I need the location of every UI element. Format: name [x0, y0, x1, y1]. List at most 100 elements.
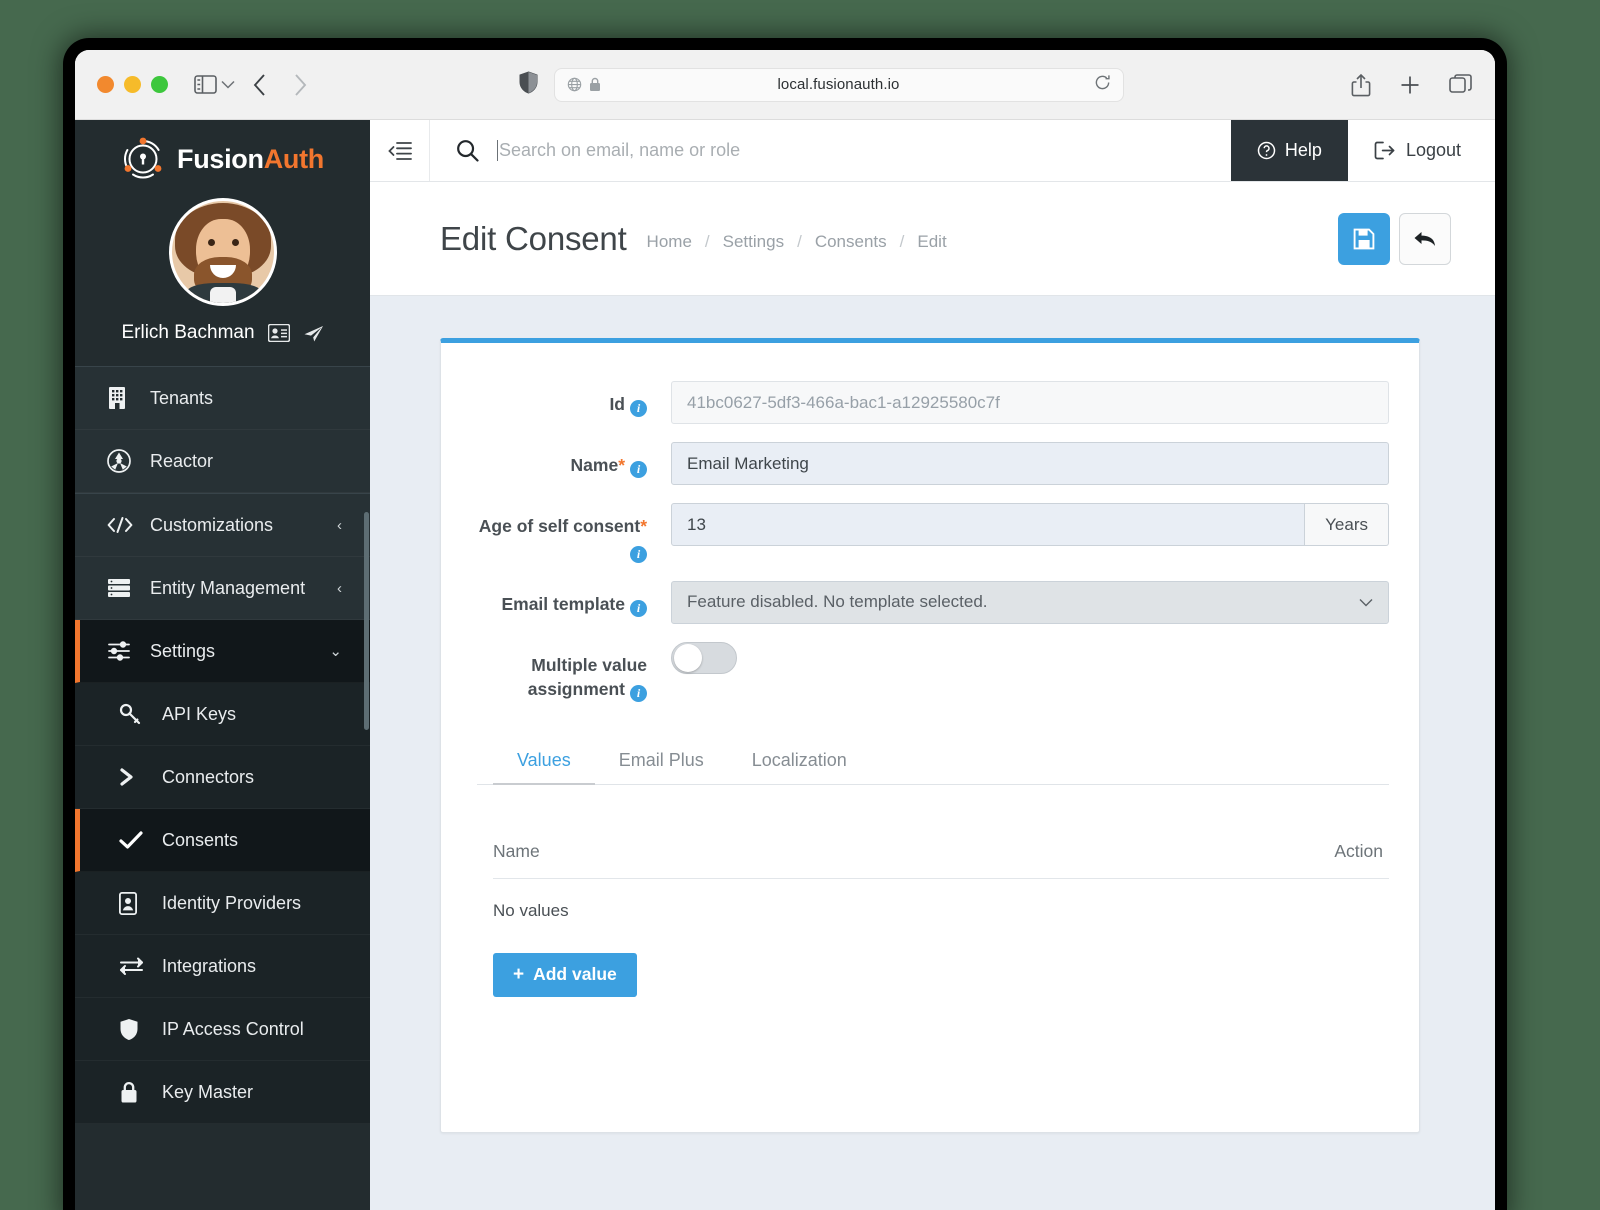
user-name: Erlich Bachman [121, 322, 255, 343]
chevron-left-icon: ‹ [337, 579, 342, 597]
maximize-window-button[interactable] [151, 76, 168, 93]
sidebar-item-identity-providers[interactable]: Identity Providers [75, 872, 370, 935]
check-icon [119, 830, 153, 850]
sidebar-scrollbar[interactable] [364, 512, 369, 730]
tab-values[interactable]: Values [493, 750, 595, 785]
save-button[interactable] [1338, 212, 1390, 265]
age-field[interactable]: 13 [671, 503, 1306, 546]
page-title: Edit Consent [440, 219, 627, 257]
chevron-right-icon [119, 767, 153, 787]
sidebar-item-key-master[interactable]: Key Master [75, 1061, 370, 1124]
info-icon[interactable]: i [630, 460, 647, 478]
window-traffic-lights [97, 76, 168, 93]
share-icon[interactable] [1351, 73, 1371, 97]
column-header-name: Name [493, 840, 540, 861]
email-template-label: Email template i [471, 581, 671, 617]
collapse-sidebar-button[interactable] [370, 120, 430, 181]
sidebar-item-connectors[interactable]: Connectors [75, 746, 370, 809]
info-icon[interactable]: i [630, 399, 647, 417]
sidebar-item-label: Entity Management [150, 577, 306, 598]
top-bar: Search on email, name or role Help Logou… [370, 120, 1495, 182]
minimize-window-button[interactable] [124, 76, 141, 93]
back-button[interactable] [1399, 212, 1451, 265]
logout-icon [1374, 141, 1395, 160]
main-column: Search on email, name or role Help Logou… [370, 120, 1495, 1210]
sidebar-item-customizations[interactable]: Customizations ‹ [75, 494, 370, 557]
reactor-icon [107, 449, 141, 473]
send-icon[interactable] [303, 324, 324, 343]
sidebar-item-label: Identity Providers [162, 892, 302, 913]
chevron-down-icon: ⌄ [329, 643, 342, 660]
breadcrumb-item-consents[interactable]: Consents [815, 232, 887, 252]
field-row-id: Id i 41bc0627-5df3-466a-bac1-a12925580c7f [441, 381, 1419, 424]
tab-localization[interactable]: Localization [728, 750, 871, 784]
sidebar-item-integrations[interactable]: Integrations [75, 935, 370, 998]
sidebar-item-label: Settings [150, 640, 216, 661]
sidebar-item-consents[interactable]: Consents [75, 809, 370, 872]
privacy-shield-icon[interactable] [519, 70, 538, 99]
sidebar-item-label: Tenants [150, 387, 214, 408]
logout-button[interactable]: Logout [1347, 120, 1495, 181]
sidebar-item-reactor[interactable]: Reactor [75, 430, 370, 493]
browser-window: local.fusionauth.io FusionAuth Erlich Ba… [75, 50, 1495, 1210]
breadcrumb-item-settings[interactable]: Settings [723, 232, 784, 252]
name-label-text: Name [570, 455, 619, 475]
breadcrumb-item-edit[interactable]: Edit [917, 232, 946, 252]
plus-icon: + [513, 964, 525, 986]
sidebar-item-label: IP Access Control [162, 1018, 304, 1039]
info-icon[interactable]: i [630, 599, 647, 617]
id-card-icon[interactable] [267, 324, 290, 342]
fusionauth-logo-icon [123, 137, 162, 179]
sidebar-item-entity-management[interactable]: Entity Management ‹ [75, 557, 370, 620]
chevron-down-icon[interactable] [221, 76, 235, 93]
sidebar-group-primary: Tenants Reactor [75, 367, 370, 493]
back-arrow-icon[interactable] [253, 73, 267, 97]
table-header-row: Name Action [493, 841, 1389, 879]
id-control: 41bc0627-5df3-466a-bac1-a12925580c7f [671, 381, 1389, 424]
tab-overview-icon[interactable] [1449, 73, 1473, 96]
sidebar-item-label: Consents [162, 829, 239, 850]
shield-icon [119, 1018, 153, 1041]
search-placeholder: Search on email, name or role [499, 140, 741, 160]
browser-toolbar: local.fusionauth.io [75, 50, 1495, 120]
sidebar-item-label: Key Master [162, 1081, 254, 1102]
help-button[interactable]: Help [1230, 120, 1348, 181]
brand-logo[interactable]: FusionAuth [75, 120, 370, 198]
name-label: Name* i [471, 442, 671, 478]
chevron-down-icon [1359, 594, 1373, 610]
field-row-name: Name* i Email Marketing [441, 442, 1419, 485]
exchange-icon [119, 956, 153, 976]
sidebar-item-settings[interactable]: Settings ⌄ [75, 620, 370, 683]
add-value-button[interactable]: + Add value [493, 952, 637, 997]
new-tab-icon[interactable] [1399, 74, 1421, 96]
info-icon[interactable]: i [630, 545, 647, 563]
email-template-select[interactable]: Feature disabled. No template selected. [671, 580, 1389, 624]
forward-arrow-icon[interactable] [293, 73, 307, 97]
sidebar-group-secondary: Customizations ‹ Entity Management ‹ [75, 494, 370, 620]
field-row-age: Age of self consent* i 13 Years [441, 503, 1419, 563]
breadcrumb-separator: / [899, 231, 905, 251]
sidebar-item-tenants[interactable]: Tenants [75, 367, 370, 430]
breadcrumb-item-home[interactable]: Home [647, 232, 692, 252]
sidebar-toggle-icon[interactable] [194, 75, 217, 94]
id-label-text: Id [609, 394, 625, 414]
multiple-value-toggle[interactable] [671, 641, 737, 674]
info-icon[interactable]: i [630, 684, 647, 702]
name-field[interactable]: Email Marketing [671, 442, 1389, 485]
user-info-row: Erlich Bachman [121, 322, 323, 344]
brand-first: Fusion [177, 143, 264, 174]
add-value-label: Add value [533, 964, 617, 985]
avatar[interactable] [168, 198, 277, 306]
id-label: Id i [471, 381, 671, 417]
sidebar-item-api-keys[interactable]: API Keys [75, 683, 370, 746]
app-container: FusionAuth Erlich Bachman Tenants Reacto… [75, 120, 1495, 1210]
reload-icon[interactable] [1094, 74, 1111, 96]
age-unit-addon: Years [1305, 503, 1389, 546]
tab-email-plus[interactable]: Email Plus [595, 750, 728, 784]
id-field[interactable]: 41bc0627-5df3-466a-bac1-a12925580c7f [671, 381, 1389, 424]
address-bar[interactable]: local.fusionauth.io [553, 67, 1124, 102]
search-input[interactable]: Search on email, name or role [497, 140, 1231, 161]
close-window-button[interactable] [97, 76, 114, 93]
page-actions [1338, 212, 1451, 265]
sidebar-item-ip-access-control[interactable]: IP Access Control [75, 998, 370, 1061]
